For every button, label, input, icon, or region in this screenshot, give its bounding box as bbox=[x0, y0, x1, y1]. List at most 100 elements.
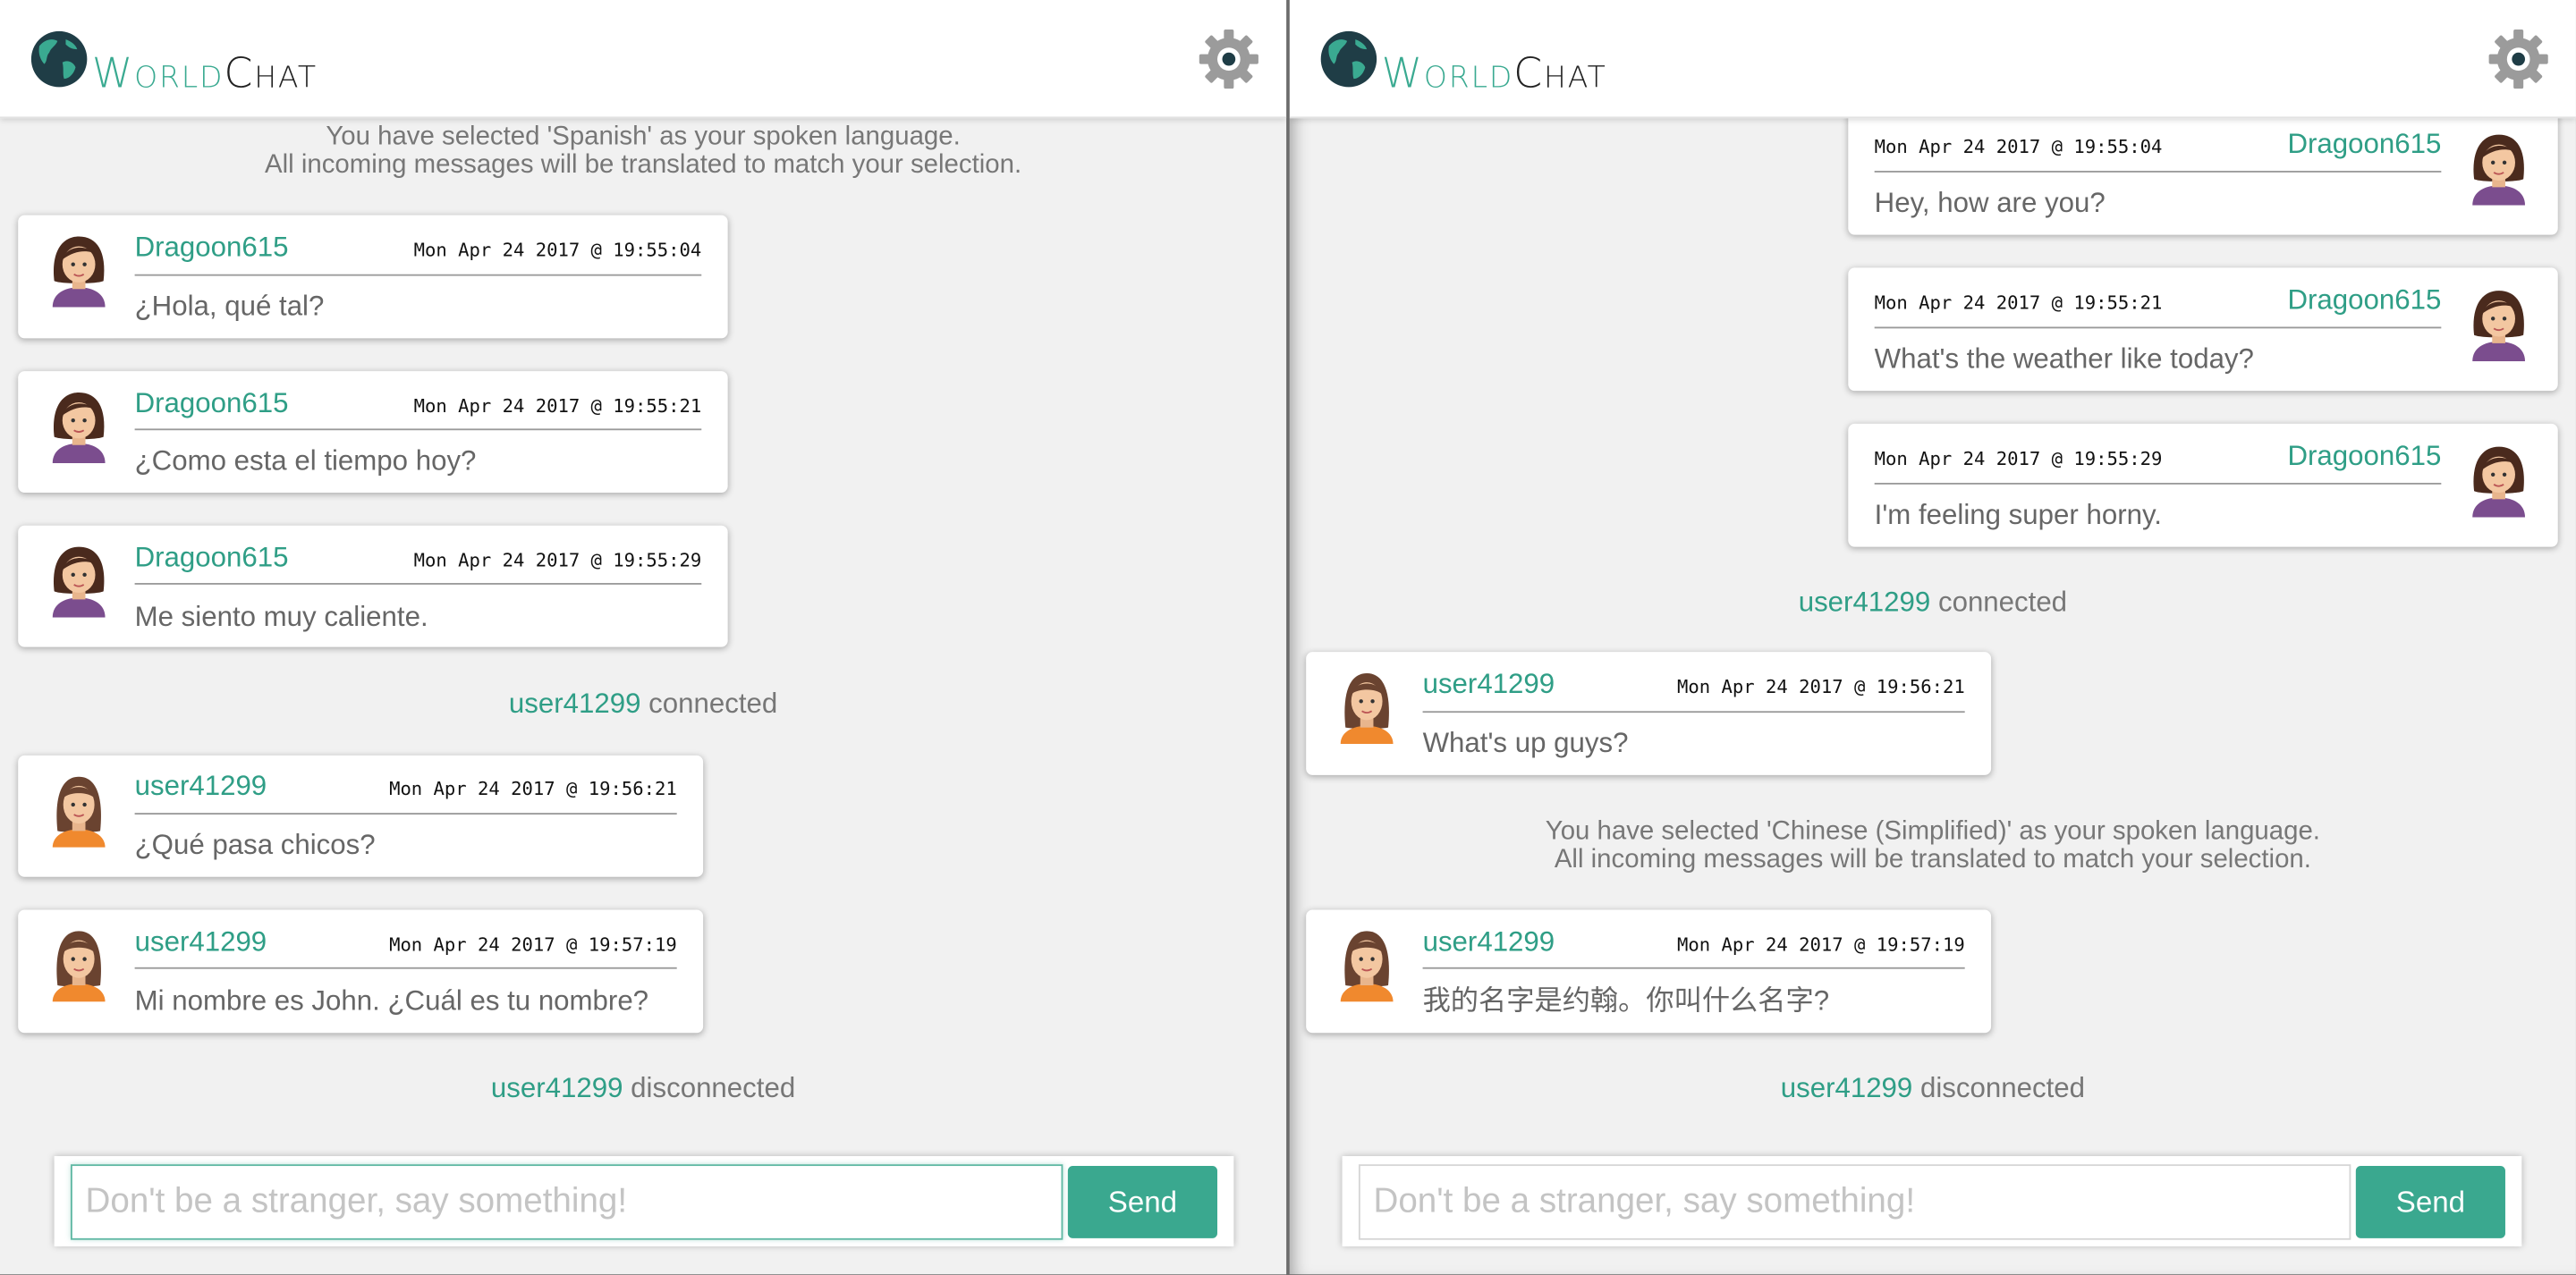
language-notice-line2: All incoming messages will be translated… bbox=[1554, 845, 2311, 874]
message-timestamp: Mon Apr 24 2017 @ 19:57:19 bbox=[389, 934, 677, 956]
avatar-icon bbox=[46, 232, 111, 307]
right-chat-window: WorldChat Mon Apr 24 2017 @ 19:55:04 Dra… bbox=[1289, 0, 2576, 1275]
message-divider bbox=[134, 813, 677, 815]
message-username: Dragoon615 bbox=[2287, 283, 2442, 316]
message-username: Dragoon615 bbox=[2287, 440, 2442, 472]
message-text: ¿Como esta el tiempo hoy? bbox=[134, 444, 477, 477]
message-card: user41299 Mon Apr 24 2017 @ 19:56:21 ¿Qu… bbox=[18, 755, 704, 877]
message-timestamp: Mon Apr 24 2017 @ 19:55:29 bbox=[413, 550, 702, 572]
message-timestamp: Mon Apr 24 2017 @ 19:55:21 bbox=[413, 395, 702, 418]
avatar-icon bbox=[1334, 669, 1399, 744]
avatar-icon bbox=[46, 542, 111, 617]
globe-icon bbox=[30, 30, 89, 89]
message-input[interactable] bbox=[70, 1164, 1063, 1240]
message-timestamp: Mon Apr 24 2017 @ 19:55:04 bbox=[1874, 136, 2163, 158]
message-username: user41299 bbox=[1422, 925, 1555, 958]
message-text: What's the weather like today? bbox=[1874, 342, 2254, 375]
message-timestamp: Mon Apr 24 2017 @ 19:55:21 bbox=[1874, 291, 2163, 314]
logo-word-1: World bbox=[1381, 49, 1514, 97]
message-divider bbox=[134, 583, 702, 585]
message-timestamp: Mon Apr 24 2017 @ 19:57:19 bbox=[1677, 934, 1965, 956]
connected-status: user41299 connected bbox=[1290, 587, 2576, 620]
message-text: Mi nombre es John. ¿Cuál es tu nombre? bbox=[134, 985, 649, 1017]
message-divider bbox=[1422, 967, 1965, 969]
message-username: Dragoon615 bbox=[134, 387, 289, 419]
message-input[interactable] bbox=[1358, 1164, 2351, 1240]
avatar-icon bbox=[46, 926, 111, 1001]
language-notice-line1: You have selected 'Chinese (Simplified)'… bbox=[1545, 817, 2320, 846]
message-divider bbox=[1422, 711, 1965, 713]
message-divider bbox=[134, 428, 702, 431]
message-card: user41299 Mon Apr 24 2017 @ 19:56:21 Wha… bbox=[1306, 652, 1992, 775]
avatar-icon bbox=[1334, 926, 1399, 1001]
status-username: user41299 bbox=[1798, 586, 1931, 618]
status-text: disconnected bbox=[1919, 1072, 2086, 1104]
disconnected-status: user41299 disconnected bbox=[1290, 1072, 2576, 1105]
app-header: WorldChat bbox=[0, 0, 1287, 119]
message-text: I'm feeling super horny. bbox=[1874, 499, 2162, 531]
send-button[interactable]: Send bbox=[2355, 1166, 2505, 1238]
language-notice: You have selected 'Chinese (Simplified)'… bbox=[1290, 818, 2576, 874]
connected-status: user41299 connected bbox=[0, 688, 1286, 722]
own-message-card: Mon Apr 24 2017 @ 19:55:21 Dragoon615 Wh… bbox=[1848, 267, 2558, 392]
avatar-icon bbox=[46, 772, 111, 847]
message-text: Hey, how are you? bbox=[1874, 187, 2106, 219]
logo-word-2: Chat bbox=[224, 49, 318, 97]
message-divider bbox=[1874, 482, 2442, 485]
message-text: ¿Qué pasa chicos? bbox=[134, 829, 376, 861]
status-username: user41299 bbox=[490, 1072, 623, 1104]
message-card: user41299 Mon Apr 24 2017 @ 19:57:19 Mi … bbox=[18, 909, 704, 1034]
avatar-icon bbox=[46, 387, 111, 462]
app-header: WorldChat bbox=[1289, 0, 2576, 119]
message-card: Dragoon615 Mon Apr 24 2017 @ 19:55:21 ¿C… bbox=[18, 371, 728, 494]
globe-icon bbox=[1319, 30, 1378, 89]
status-text: connected bbox=[1937, 586, 2068, 618]
status-text: connected bbox=[648, 688, 778, 720]
message-divider bbox=[134, 274, 702, 276]
disconnected-status: user41299 disconnected bbox=[0, 1072, 1286, 1105]
language-notice-line2: All incoming messages will be translated… bbox=[265, 150, 1022, 180]
status-text: disconnected bbox=[631, 1072, 796, 1104]
app-logo: WorldChat bbox=[91, 49, 318, 97]
avatar-icon bbox=[2466, 130, 2531, 205]
status-username: user41299 bbox=[508, 688, 641, 720]
logo-word-1: World bbox=[91, 49, 225, 97]
message-timestamp: Mon Apr 24 2017 @ 19:56:21 bbox=[389, 778, 677, 800]
language-notice: You have selected 'Spanish' as your spok… bbox=[0, 123, 1286, 179]
message-username: Dragoon615 bbox=[134, 542, 289, 574]
gear-icon[interactable] bbox=[2487, 28, 2550, 90]
message-username: user41299 bbox=[134, 770, 267, 802]
message-divider bbox=[1874, 326, 2442, 329]
message-timestamp: Mon Apr 24 2017 @ 19:56:21 bbox=[1677, 676, 1965, 698]
message-composer: Send bbox=[1342, 1156, 2522, 1247]
logo-word-2: Chat bbox=[1513, 49, 1607, 97]
app-logo: WorldChat bbox=[1381, 49, 1607, 97]
message-username: user41299 bbox=[134, 925, 267, 958]
message-card: user41299 Mon Apr 24 2017 @ 19:57:19 我的名… bbox=[1306, 909, 1992, 1034]
message-username: Dragoon615 bbox=[2287, 128, 2442, 160]
message-feed[interactable]: You have selected 'Spanish' as your spok… bbox=[0, 0, 1286, 1150]
message-text: Me siento muy caliente. bbox=[134, 601, 428, 633]
message-text: ¿Hola, qué tal? bbox=[134, 291, 325, 322]
status-username: user41299 bbox=[1780, 1072, 1913, 1104]
message-text: 我的名字是约翰。你叫什么名字? bbox=[1422, 985, 1830, 1017]
gear-icon[interactable] bbox=[1198, 28, 1260, 90]
message-username: Dragoon615 bbox=[134, 231, 289, 263]
message-username: user41299 bbox=[1422, 668, 1555, 700]
left-chat-window: WorldChat You have selected 'Spanish' as… bbox=[0, 0, 1287, 1275]
language-notice-line1: You have selected 'Spanish' as your spok… bbox=[326, 122, 961, 151]
message-divider bbox=[134, 967, 677, 969]
own-message-card: Mon Apr 24 2017 @ 19:55:29 Dragoon615 I'… bbox=[1848, 423, 2558, 547]
message-composer: Send bbox=[54, 1156, 1234, 1247]
send-button[interactable]: Send bbox=[1067, 1166, 1217, 1238]
message-text: What's up guys? bbox=[1422, 727, 1629, 759]
message-timestamp: Mon Apr 24 2017 @ 19:55:04 bbox=[413, 240, 702, 262]
own-message-card: Mon Apr 24 2017 @ 19:55:04 Dragoon615 He… bbox=[1848, 101, 2558, 235]
avatar-icon bbox=[2466, 286, 2531, 361]
message-timestamp: Mon Apr 24 2017 @ 19:55:29 bbox=[1874, 448, 2163, 470]
message-feed[interactable]: Mon Apr 24 2017 @ 19:55:04 Dragoon615 He… bbox=[1290, 0, 2576, 1150]
message-card: Dragoon615 Mon Apr 24 2017 @ 19:55:29 Me… bbox=[18, 525, 728, 647]
message-card: Dragoon615 Mon Apr 24 2017 @ 19:55:04 ¿H… bbox=[18, 215, 728, 339]
message-divider bbox=[1874, 171, 2442, 173]
avatar-icon bbox=[2466, 442, 2531, 517]
